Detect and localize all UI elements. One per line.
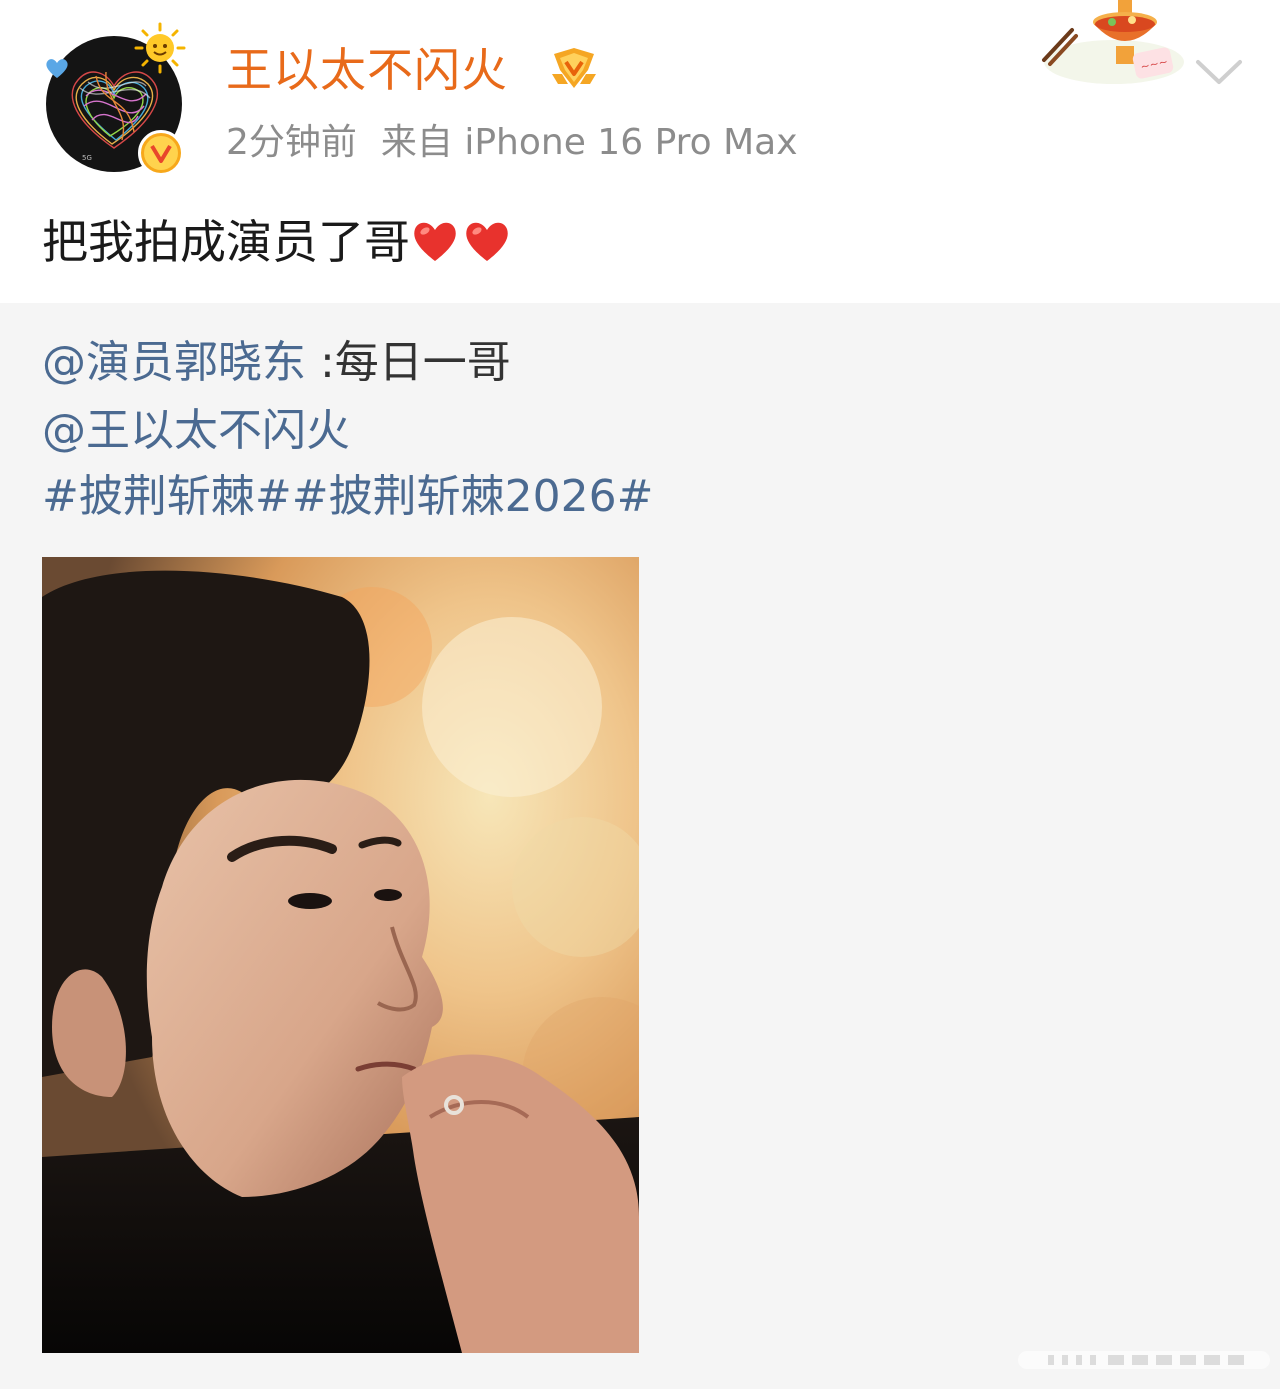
post-time: 2分钟前 <box>226 122 357 163</box>
watermark-icon <box>1018 1351 1270 1369</box>
post-text: 把我拍成演员了哥 <box>42 210 514 274</box>
hotpot-decoration-icon: ~~~ <box>1042 0 1184 84</box>
heart-emoji-icon <box>414 222 456 261</box>
post-meta: 2分钟前 来自 iPhone 16 Pro Max <box>226 118 798 168</box>
post-header: 5G 王以太不闪火 2分钟前 来自 iPhone 16 Pro Max ~~~ <box>0 0 1280 190</box>
sun-icon <box>134 22 186 74</box>
repost-text: :每日一哥 <box>306 337 511 388</box>
portrait-photo-image <box>42 557 639 1353</box>
repost-line-1: @演员郭晓东 :每日一哥 <box>42 333 511 393</box>
mention-link[interactable]: @演员郭晓东 <box>42 337 306 388</box>
heart-icon <box>46 59 68 78</box>
svg-text:5G: 5G <box>82 154 92 162</box>
post-text-content: 把我拍成演员了哥 <box>42 215 410 269</box>
author-name[interactable]: 王以太不闪火 <box>226 40 508 100</box>
mention-link[interactable]: @王以太不闪火 <box>42 405 350 456</box>
hashtag-link[interactable]: #披荆斩棘2026# <box>292 471 654 522</box>
chevron-down-icon[interactable] <box>1192 52 1246 92</box>
verified-v-icon <box>138 130 184 176</box>
repost-line-2: @王以太不闪火 <box>42 401 350 461</box>
portrait-photo[interactable] <box>42 557 639 1353</box>
avatar-container[interactable]: 5G <box>40 22 200 182</box>
repost-block[interactable]: @演员郭晓东 :每日一哥 @王以太不闪火 #披荆斩棘##披荆斩棘2026# <box>0 303 1280 1389</box>
hashtag-link[interactable]: #披荆斩棘# <box>42 471 292 522</box>
post-source[interactable]: 来自 iPhone 16 Pro Max <box>381 122 798 163</box>
repost-line-3: #披荆斩棘##披荆斩棘2026# <box>42 467 653 527</box>
level-badge-icon[interactable] <box>548 44 600 94</box>
heart-emoji-icon <box>466 222 508 261</box>
